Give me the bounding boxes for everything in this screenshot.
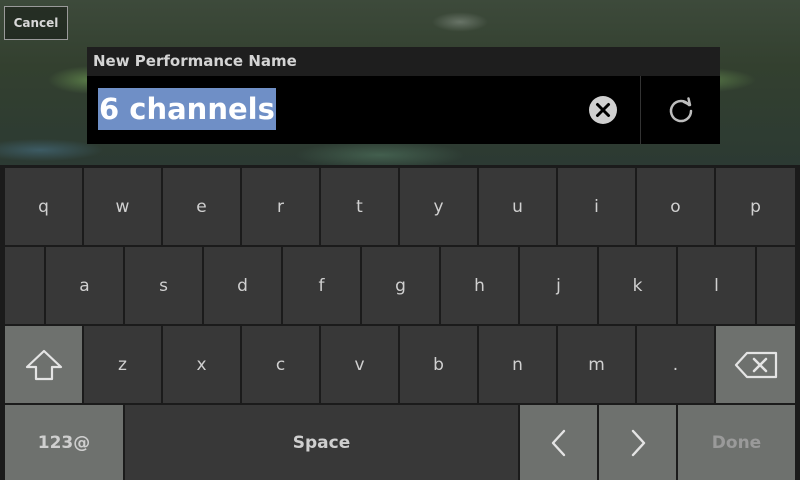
key-f[interactable]: f <box>283 247 360 324</box>
key-m[interactable]: m <box>558 326 635 403</box>
chevron-left-icon <box>551 429 565 456</box>
space-key[interactable]: Space <box>125 405 518 480</box>
key-p[interactable]: p <box>716 168 795 245</box>
key-spacer-right <box>757 247 795 324</box>
chevron-right-icon <box>631 429 645 456</box>
refresh-icon <box>669 97 692 123</box>
key-s[interactable]: s <box>125 247 202 324</box>
key-a[interactable]: a <box>46 247 123 324</box>
key-d[interactable]: d <box>204 247 281 324</box>
backspace-key[interactable] <box>716 326 795 403</box>
key-z[interactable]: z <box>84 326 161 403</box>
name-input-text: 6 channels <box>98 88 276 130</box>
done-button[interactable]: Done <box>678 405 795 480</box>
clear-circle-x-icon <box>589 96 617 124</box>
key-c[interactable]: c <box>242 326 319 403</box>
key-j[interactable]: j <box>520 247 597 324</box>
backspace-icon <box>734 351 777 378</box>
mode-123-key[interactable]: 123@ <box>5 405 123 480</box>
key-spacer-left <box>5 247 44 324</box>
key-h[interactable]: h <box>441 247 518 324</box>
shift-key[interactable] <box>5 326 82 403</box>
cursor-right-key[interactable] <box>599 405 676 480</box>
key-i[interactable]: i <box>558 168 635 245</box>
refresh-button[interactable] <box>640 76 720 144</box>
key-q[interactable]: q <box>5 168 82 245</box>
key-l[interactable]: l <box>678 247 755 324</box>
clear-button[interactable] <box>587 94 619 126</box>
name-dialog: New Performance Name 6 channels <box>87 47 720 144</box>
cancel-button[interactable]: Cancel <box>4 6 68 40</box>
key-v[interactable]: v <box>321 326 398 403</box>
key-k[interactable]: k <box>599 247 676 324</box>
key-y[interactable]: y <box>400 168 477 245</box>
on-screen-keyboard: q w e r t y u i o p a s d f g h j k l z … <box>0 165 800 480</box>
key-b[interactable]: b <box>400 326 477 403</box>
key-w[interactable]: w <box>84 168 161 245</box>
cursor-left-key[interactable] <box>520 405 597 480</box>
shift-arrow-icon <box>25 349 62 380</box>
key-x[interactable]: x <box>163 326 240 403</box>
key-e[interactable]: e <box>163 168 240 245</box>
key-r[interactable]: r <box>242 168 319 245</box>
key-n[interactable]: n <box>479 326 556 403</box>
name-input[interactable]: 6 channels <box>87 76 640 144</box>
key-u[interactable]: u <box>479 168 556 245</box>
key-period[interactable]: . <box>637 326 714 403</box>
key-g[interactable]: g <box>362 247 439 324</box>
key-t[interactable]: t <box>321 168 398 245</box>
key-o[interactable]: o <box>637 168 714 245</box>
dialog-title: New Performance Name <box>93 52 297 70</box>
